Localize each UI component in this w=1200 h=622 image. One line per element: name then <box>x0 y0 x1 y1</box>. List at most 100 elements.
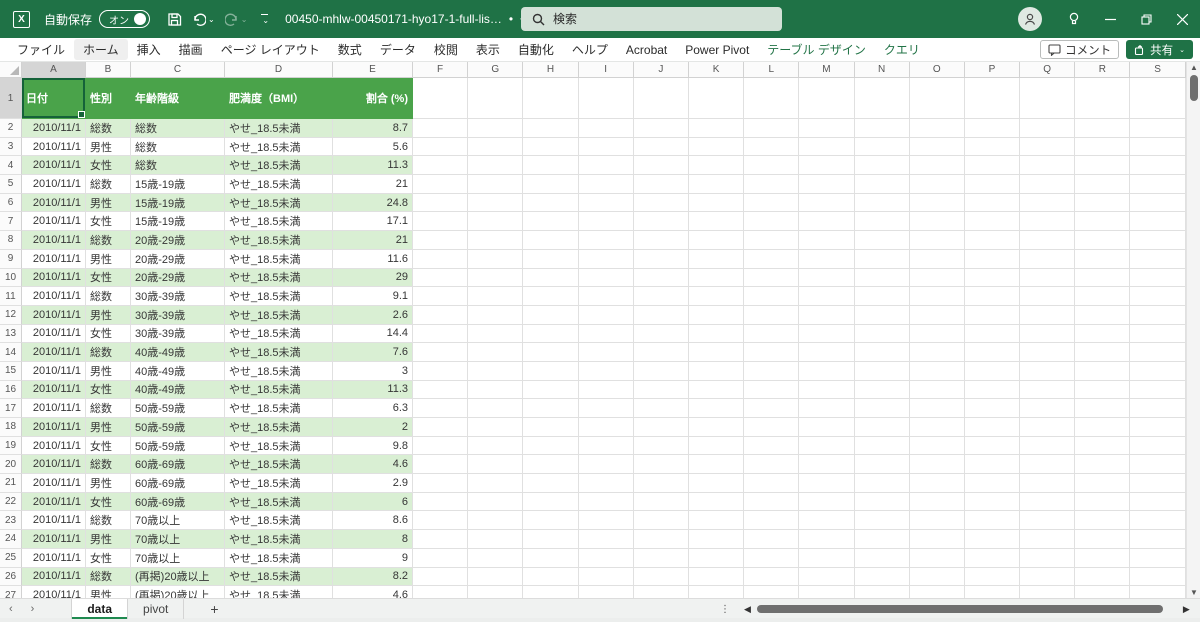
cell-P9[interactable] <box>965 250 1020 269</box>
cell-S12[interactable] <box>1130 306 1185 325</box>
cell-B11[interactable]: 総数 <box>86 287 131 306</box>
cell-R18[interactable] <box>1075 418 1130 437</box>
cell-R21[interactable] <box>1075 474 1130 493</box>
cell-H3[interactable] <box>523 138 578 157</box>
cell-O5[interactable] <box>910 175 965 194</box>
cell-M11[interactable] <box>799 287 854 306</box>
cell-P8[interactable] <box>965 231 1020 250</box>
cell-M12[interactable] <box>799 306 854 325</box>
cell-O6[interactable] <box>910 194 965 213</box>
cell-F24[interactable] <box>413 530 468 549</box>
cell-C18[interactable]: 50歳-59歳 <box>131 418 225 437</box>
cell-Q21[interactable] <box>1020 474 1075 493</box>
cell-Q25[interactable] <box>1020 549 1075 568</box>
cell-A4[interactable]: 2010/11/1 <box>22 156 86 175</box>
cell-A25[interactable]: 2010/11/1 <box>22 549 86 568</box>
cell-J20[interactable] <box>634 455 689 474</box>
cell-I18[interactable] <box>579 418 634 437</box>
cell-P17[interactable] <box>965 399 1020 418</box>
cell-D16[interactable]: やせ_18.5未満 <box>225 381 333 400</box>
cell-L9[interactable] <box>744 250 799 269</box>
cell-G20[interactable] <box>468 455 523 474</box>
cell-D8[interactable]: やせ_18.5未満 <box>225 231 333 250</box>
cell-K12[interactable] <box>689 306 744 325</box>
cell-J8[interactable] <box>634 231 689 250</box>
cell-O24[interactable] <box>910 530 965 549</box>
cell-K26[interactable] <box>689 568 744 587</box>
cell-B2[interactable]: 総数 <box>86 119 131 138</box>
cell-R22[interactable] <box>1075 493 1130 512</box>
cell-B22[interactable]: 女性 <box>86 493 131 512</box>
cell-F2[interactable] <box>413 119 468 138</box>
cell-O11[interactable] <box>910 287 965 306</box>
cell-Q24[interactable] <box>1020 530 1075 549</box>
cell-S14[interactable] <box>1130 343 1185 362</box>
cell-P1[interactable] <box>965 78 1020 119</box>
cell-D20[interactable]: やせ_18.5未満 <box>225 455 333 474</box>
cell-N23[interactable] <box>855 511 910 530</box>
cell-D14[interactable]: やせ_18.5未満 <box>225 343 333 362</box>
lightbulb-icon[interactable] <box>1056 0 1092 38</box>
cell-K16[interactable] <box>689 381 744 400</box>
cell-M2[interactable] <box>799 119 854 138</box>
cell-L5[interactable] <box>744 175 799 194</box>
cell-P22[interactable] <box>965 493 1020 512</box>
cell-B19[interactable]: 女性 <box>86 437 131 456</box>
cell-E6[interactable]: 24.8 <box>333 194 413 213</box>
cell-K5[interactable] <box>689 175 744 194</box>
row-header-22[interactable]: 22 <box>0 493 22 512</box>
cell-F19[interactable] <box>413 437 468 456</box>
cell-K10[interactable] <box>689 269 744 288</box>
cell-H2[interactable] <box>523 119 578 138</box>
cell-G19[interactable] <box>468 437 523 456</box>
cell-N18[interactable] <box>855 418 910 437</box>
cell-J24[interactable] <box>634 530 689 549</box>
cell-B26[interactable]: 総数 <box>86 568 131 587</box>
cell-Q15[interactable] <box>1020 362 1075 381</box>
cell-H21[interactable] <box>523 474 578 493</box>
cell-A15[interactable]: 2010/11/1 <box>22 362 86 381</box>
sheet-nav-right-icon[interactable]: › <box>22 603 44 615</box>
cell-J23[interactable] <box>634 511 689 530</box>
cell-L13[interactable] <box>744 325 799 344</box>
cell-L23[interactable] <box>744 511 799 530</box>
cell-K27[interactable] <box>689 586 744 598</box>
cell-N26[interactable] <box>855 568 910 587</box>
cell-E17[interactable]: 6.3 <box>333 399 413 418</box>
row-header-18[interactable]: 18 <box>0 418 22 437</box>
cell-O10[interactable] <box>910 269 965 288</box>
ribbon-tab-表示[interactable]: 表示 <box>467 39 509 60</box>
cell-E20[interactable]: 4.6 <box>333 455 413 474</box>
cell-D26[interactable]: やせ_18.5未満 <box>225 568 333 587</box>
cell-K23[interactable] <box>689 511 744 530</box>
cell-I19[interactable] <box>579 437 634 456</box>
cell-H8[interactable] <box>523 231 578 250</box>
column-header-I[interactable]: I <box>579 62 634 78</box>
cell-M5[interactable] <box>799 175 854 194</box>
cell-R7[interactable] <box>1075 212 1130 231</box>
cell-C1[interactable]: 年齢階級 <box>131 78 225 119</box>
cell-I23[interactable] <box>579 511 634 530</box>
cell-E22[interactable]: 6 <box>333 493 413 512</box>
cell-N6[interactable] <box>855 194 910 213</box>
cell-I4[interactable] <box>579 156 634 175</box>
cell-P18[interactable] <box>965 418 1020 437</box>
row-header-27[interactable]: 27 <box>0 586 22 598</box>
cell-R6[interactable] <box>1075 194 1130 213</box>
cell-D15[interactable]: やせ_18.5未満 <box>225 362 333 381</box>
cell-J21[interactable] <box>634 474 689 493</box>
search-box[interactable] <box>521 7 782 31</box>
row-header-5[interactable]: 5 <box>0 175 22 194</box>
cell-M20[interactable] <box>799 455 854 474</box>
minimize-button[interactable] <box>1092 0 1128 38</box>
cell-G5[interactable] <box>468 175 523 194</box>
cell-E12[interactable]: 2.6 <box>333 306 413 325</box>
scroll-right-icon[interactable]: ▶ <box>1183 604 1190 615</box>
cell-S11[interactable] <box>1130 287 1185 306</box>
cell-A1[interactable]: 日付 <box>22 78 86 119</box>
column-header-K[interactable]: K <box>689 62 744 78</box>
cell-E5[interactable]: 21 <box>333 175 413 194</box>
cell-H24[interactable] <box>523 530 578 549</box>
cell-B21[interactable]: 男性 <box>86 474 131 493</box>
cell-B20[interactable]: 総数 <box>86 455 131 474</box>
